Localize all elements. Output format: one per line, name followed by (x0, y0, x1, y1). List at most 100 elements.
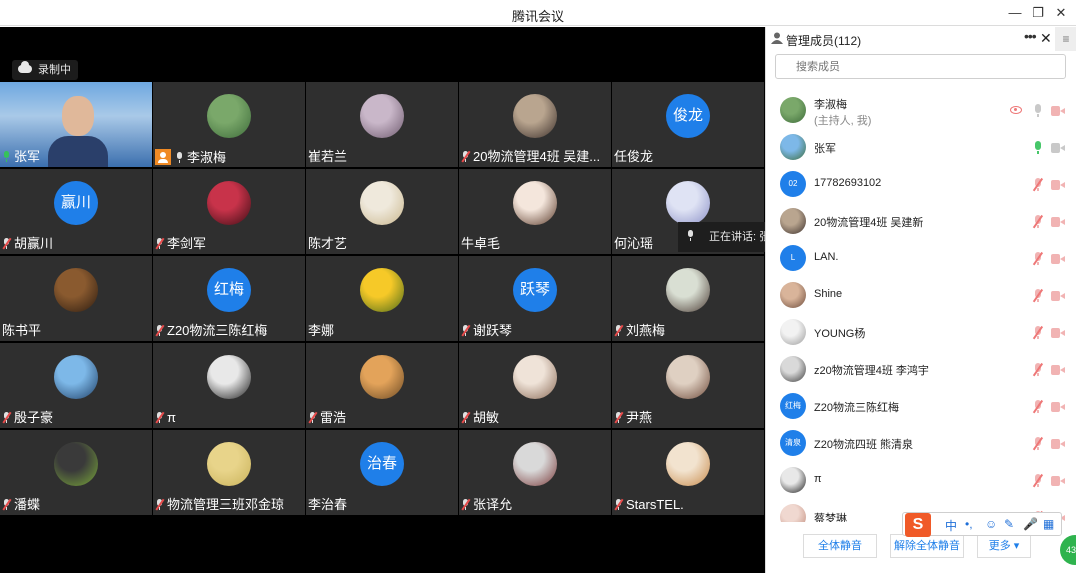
video-tile[interactable]: 陈书平 (0, 256, 152, 341)
video-tile[interactable]: 俊龙 任俊龙 (612, 82, 764, 167)
member-row[interactable]: L LAN. (766, 240, 1076, 277)
mute-all-button[interactable]: 全体静音 (803, 534, 877, 558)
participant-name: 李娜 (308, 323, 334, 339)
video-tile[interactable]: 红梅 Z20物流三陈红梅 (153, 256, 305, 341)
search-input[interactable] (775, 54, 1066, 79)
video-tile[interactable]: 胡敏 (459, 343, 611, 428)
camera-off-icon[interactable] (1051, 254, 1065, 264)
video-tile[interactable]: 潘蝶 (0, 430, 152, 515)
camera-off-icon[interactable] (1051, 402, 1065, 412)
unmute-all-button[interactable]: 解除全体静音 (890, 534, 964, 558)
camera-icon[interactable] (1051, 143, 1065, 153)
video-tile[interactable]: 殷子豪 (0, 343, 152, 428)
mic-muted-icon[interactable] (1032, 436, 1044, 451)
close-panel-icon[interactable]: ✕ (1040, 30, 1052, 47)
mic-muted-icon (2, 498, 12, 511)
video-tile[interactable]: 雷浩 (306, 343, 458, 428)
minimize-icon[interactable]: — (1004, 3, 1026, 23)
video-tile[interactable]: 跃琴 谢跃琴 (459, 256, 611, 341)
member-row[interactable]: Shine (766, 277, 1076, 314)
mic-muted-icon[interactable] (1032, 251, 1044, 266)
mic-muted-icon (614, 324, 624, 337)
video-tile[interactable]: 李剑军 (153, 169, 305, 254)
video-tile[interactable]: π (153, 343, 305, 428)
participant-name-label: 胡敏 (473, 410, 500, 425)
more-options-icon[interactable]: ••• (1024, 28, 1037, 44)
participant-name: 牛卓毛 (461, 236, 500, 252)
participant-name-label: 李淑梅 (187, 150, 227, 165)
ime-pen-icon[interactable]: ✎ (1004, 517, 1014, 531)
participant-avatar (207, 94, 251, 138)
eye-icon[interactable] (1010, 106, 1022, 114)
video-tile[interactable]: 陈才艺 (306, 169, 458, 254)
member-name: z20物流管理4班 李鸿宇 (814, 365, 929, 377)
camera-off-icon[interactable] (1051, 180, 1065, 190)
mic-muted-icon[interactable] (1032, 288, 1044, 303)
recording-badge[interactable]: 录制中 (12, 60, 78, 80)
camera-off-icon[interactable] (1051, 291, 1065, 301)
mic-muted-icon[interactable] (1032, 177, 1044, 192)
member-row[interactable]: 张军 (766, 129, 1076, 166)
panel-menu-icon[interactable]: ≡ (1055, 27, 1076, 51)
user-icon (771, 32, 783, 44)
video-tile[interactable]: 20物流管理4班 吴建... (459, 82, 611, 167)
ime-chinese-mode[interactable]: 中 (945, 517, 957, 534)
mic-muted-icon[interactable] (1032, 214, 1044, 229)
video-tile[interactable]: 崔若兰 (306, 82, 458, 167)
video-tile[interactable]: StarsTEL. (612, 430, 764, 515)
video-tile[interactable]: 牛卓毛 (459, 169, 611, 254)
video-tile[interactable]: 刘燕梅 (612, 256, 764, 341)
member-row[interactable]: 红梅 Z20物流三陈红梅 (766, 388, 1076, 425)
participant-avatar (666, 268, 710, 312)
participant-name-label: 牛卓毛 (461, 236, 501, 251)
participant-avatar: 俊龙 (666, 94, 710, 138)
camera-off-icon[interactable] (1051, 106, 1065, 116)
ime-toolbar[interactable]: S 中 •, ☺ ✎ 🎤 ▦ (902, 512, 1062, 537)
microphone-icon[interactable] (1032, 141, 1044, 154)
video-tile[interactable]: 治春 李治春 (306, 430, 458, 515)
participant-avatar (513, 442, 557, 486)
video-tile[interactable]: 张军 (0, 82, 152, 167)
video-tile[interactable]: 李娜 (306, 256, 458, 341)
member-list: 李淑梅 (主持人, 我) 张军 02 17782693102 20物流管理4班 吴建新 L L… (766, 92, 1076, 522)
member-row[interactable]: 20物流管理4班 吴建新 (766, 203, 1076, 240)
participant-name-label: 殷子豪 (14, 410, 54, 425)
microphone-icon (686, 230, 695, 241)
member-row[interactable]: 李淑梅 (主持人, 我) (766, 92, 1076, 129)
mic-muted-icon[interactable] (1032, 325, 1044, 340)
video-tile[interactable]: 物流管理三班邓金琼 (153, 430, 305, 515)
participant-name-label: 尹燕 (626, 410, 653, 425)
video-tile[interactable]: 尹燕 (612, 343, 764, 428)
microphone-icon[interactable] (1032, 104, 1044, 117)
camera-off-icon[interactable] (1051, 365, 1065, 375)
close-icon[interactable]: ✕ (1050, 3, 1072, 23)
member-row[interactable]: 清泉 Z20物流四班 熊清泉 (766, 425, 1076, 462)
ime-voice-icon[interactable]: 🎤 (1023, 517, 1038, 531)
camera-off-icon[interactable] (1051, 328, 1065, 338)
member-row[interactable]: 02 17782693102 (766, 166, 1076, 203)
member-row[interactable]: z20物流管理4班 李鸿宇 (766, 351, 1076, 388)
member-name: LAN. (814, 251, 839, 263)
member-name: 20物流管理4班 吴建新 (814, 217, 924, 229)
video-tile[interactable]: 李淑梅 (153, 82, 305, 167)
more-button[interactable]: 更多 ▾ (977, 534, 1031, 558)
participant-avatar (513, 181, 557, 225)
camera-off-icon[interactable] (1051, 439, 1065, 449)
ime-punctuation-icon[interactable]: •, (965, 517, 973, 531)
camera-off-icon[interactable] (1051, 217, 1065, 227)
restore-icon[interactable]: ❐ (1027, 3, 1049, 23)
sogou-logo-icon[interactable]: S (905, 513, 931, 537)
mic-muted-icon[interactable] (1032, 399, 1044, 414)
mic-muted-icon[interactable] (1032, 473, 1044, 488)
camera-off-icon[interactable] (1051, 476, 1065, 486)
member-row[interactable]: YOUNG杨 (766, 314, 1076, 351)
member-avatar (780, 319, 806, 345)
mic-muted-icon[interactable] (1032, 362, 1044, 377)
participant-name: 殷子豪 (2, 410, 53, 426)
ime-toolbox-icon[interactable]: ▦ (1043, 517, 1054, 531)
member-row[interactable]: π (766, 462, 1076, 499)
video-tile[interactable]: 张译允 (459, 430, 611, 515)
video-tile[interactable]: 赢川 胡赢川 (0, 169, 152, 254)
member-avatar (780, 467, 806, 493)
ime-emoji-icon[interactable]: ☺ (985, 517, 997, 531)
